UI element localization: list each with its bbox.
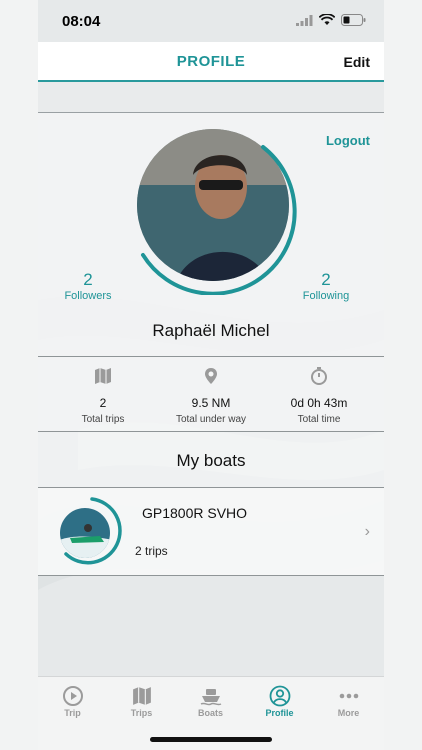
following-label: Following — [302, 290, 350, 302]
profile-card: Logout 2 Followers 2 Following Raphaël M… — [38, 113, 384, 357]
following-stat[interactable]: 2 Following — [294, 270, 358, 302]
tab-label: More — [337, 708, 360, 718]
stopwatch-icon — [311, 367, 327, 385]
tab-boats[interactable]: Boats — [176, 684, 245, 718]
status-bar: 08:04 — [38, 0, 384, 42]
tab-trips[interactable]: Trips — [107, 684, 176, 718]
location-pin-icon — [205, 368, 217, 384]
home-indicator[interactable] — [150, 737, 272, 742]
stat-total-time: 0d 0h 43m Total time — [264, 367, 374, 425]
followers-count: 2 — [83, 270, 93, 289]
tab-profile[interactable]: Profile — [245, 684, 314, 718]
page-title: PROFILE — [176, 53, 246, 70]
tab-more[interactable]: More — [314, 684, 383, 718]
logout-button[interactable]: Logout — [326, 133, 370, 148]
stat-value: 0d 0h 43m — [290, 396, 348, 410]
battery-icon — [341, 14, 366, 26]
boat-list-item[interactable]: GP1800R SVHO 2 trips › — [38, 488, 384, 576]
play-circle-icon — [62, 686, 83, 706]
edit-button[interactable]: Edit — [344, 54, 370, 70]
my-boats-title: My boats — [176, 451, 246, 470]
stat-total-trips: 2 Total trips — [48, 367, 158, 425]
stat-total-under-way: 9.5 NM Total under way — [156, 367, 266, 425]
stat-label: Total trips — [81, 414, 125, 425]
tab-trip[interactable]: Trip — [38, 684, 107, 718]
stat-label: Total under way — [175, 414, 247, 425]
stat-value: 9.5 NM — [191, 396, 231, 410]
navigation-bar: PROFILE Edit — [38, 42, 384, 82]
user-name: Raphaël Michel — [152, 321, 270, 340]
boat-icon — [200, 689, 221, 706]
more-dots-icon — [339, 693, 358, 699]
chevron-right-icon: › — [364, 523, 370, 540]
user-circle-icon — [269, 685, 290, 707]
progress-ring — [141, 145, 297, 295]
stats-row: 2 Total trips 9.5 NM Total under way 0d … — [38, 357, 384, 432]
wifi-icon — [319, 14, 335, 25]
map-icon — [132, 687, 151, 705]
stat-label: Total time — [297, 414, 341, 425]
avatar[interactable] — [133, 125, 303, 295]
boat-name: GP1800R SVHO — [142, 505, 248, 521]
header-spacer — [38, 82, 384, 113]
signal-icon — [296, 14, 313, 26]
tab-label: Profile — [265, 708, 294, 718]
tab-label: Trips — [130, 708, 153, 718]
my-boats-header: My boats — [38, 432, 384, 488]
tab-label: Boats — [197, 708, 223, 718]
followers-stat[interactable]: 2 Followers — [56, 270, 120, 302]
followers-label: Followers — [64, 290, 112, 302]
map-icon — [95, 368, 111, 384]
app-screen: 08:04 PROFILE Edit Logout 2 Followers 2 … — [38, 0, 384, 750]
boat-trips: 2 trips — [135, 544, 168, 558]
stat-value: 2 — [99, 396, 107, 410]
following-count: 2 — [321, 270, 331, 289]
tab-label: Trip — [64, 708, 81, 718]
boat-thumbnail — [60, 497, 122, 565]
status-time: 08:04 — [62, 13, 101, 30]
